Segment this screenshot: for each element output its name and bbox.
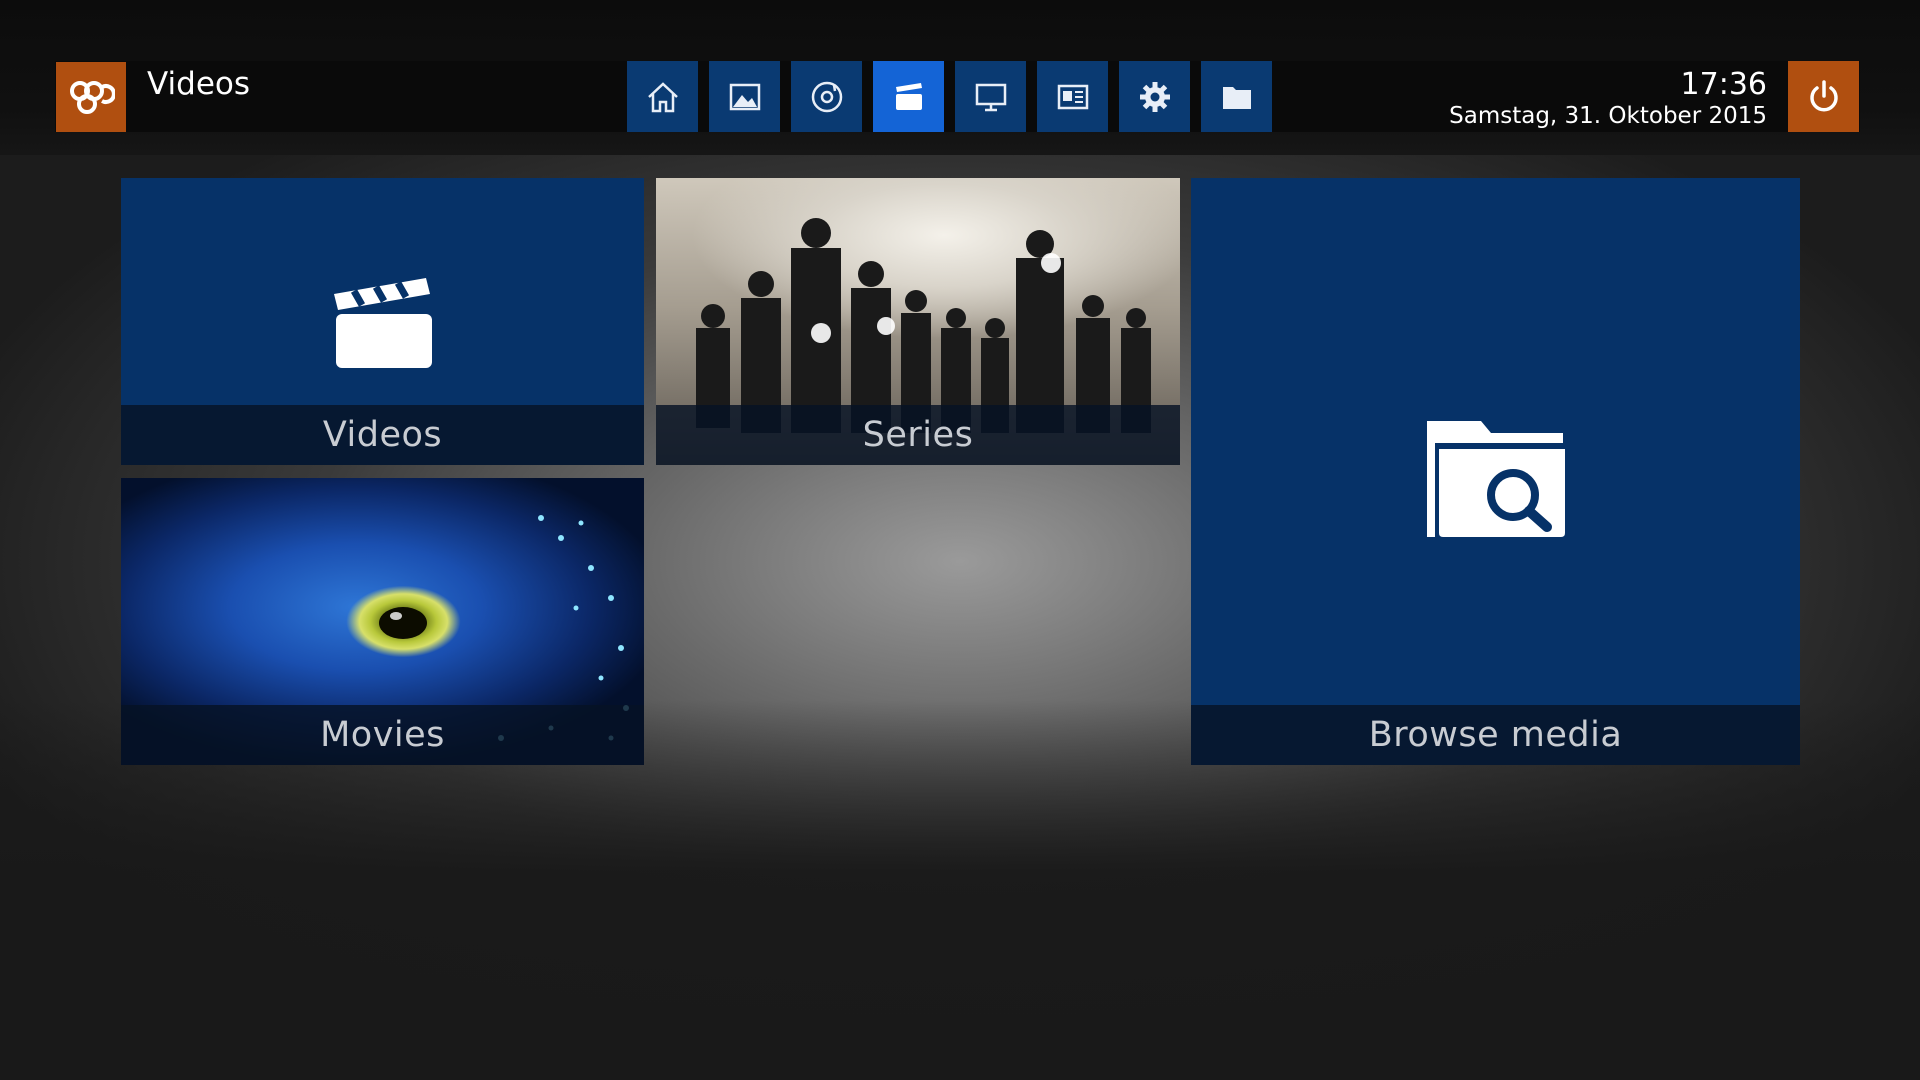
browse-media-tile[interactable]: Browse media xyxy=(1191,178,1800,765)
clock: 17:36 Samstag, 31. Oktober 2015 xyxy=(1449,68,1767,130)
power-button[interactable] xyxy=(1788,61,1859,132)
pictures-icon xyxy=(729,83,760,110)
videos-tile[interactable]: Videos xyxy=(121,178,644,465)
series-tile-label: Series xyxy=(656,405,1180,465)
power-icon xyxy=(1809,79,1838,111)
nav-news-button[interactable] xyxy=(1037,61,1108,132)
tv-icon xyxy=(975,83,1006,111)
clapperboard-icon xyxy=(333,278,432,368)
clapperboard-icon xyxy=(895,82,922,110)
movies-tile[interactable]: Movies xyxy=(121,478,644,765)
nav-settings-button[interactable] xyxy=(1119,61,1190,132)
folder-icon xyxy=(1222,86,1251,109)
nav-tv-button[interactable] xyxy=(955,61,1026,132)
nav-videos-button[interactable] xyxy=(873,61,944,132)
page-title: Videos xyxy=(147,66,251,102)
folder-search-icon xyxy=(1426,421,1565,537)
clock-time: 17:36 xyxy=(1680,67,1767,102)
movies-tile-label: Movies xyxy=(121,705,644,765)
top-bar: Videos 17:36 Samstag, 31. Oktober 2015 xyxy=(0,0,1920,155)
main-nav xyxy=(627,61,1272,132)
browse-media-tile-label: Browse media xyxy=(1191,705,1800,765)
home-icon xyxy=(647,81,678,112)
music-disc-icon xyxy=(811,81,842,112)
news-icon xyxy=(1057,84,1088,109)
nav-home-button[interactable] xyxy=(627,61,698,132)
mediaportal-logo-icon[interactable] xyxy=(56,62,126,132)
nav-pictures-button[interactable] xyxy=(709,61,780,132)
nav-files-button[interactable] xyxy=(1201,61,1272,132)
nav-music-button[interactable] xyxy=(791,61,862,132)
series-tile[interactable]: Series xyxy=(656,178,1180,465)
clock-date: Samstag, 31. Oktober 2015 xyxy=(1449,103,1767,129)
settings-gear-icon xyxy=(1139,81,1170,112)
videos-tile-label: Videos xyxy=(121,405,644,465)
